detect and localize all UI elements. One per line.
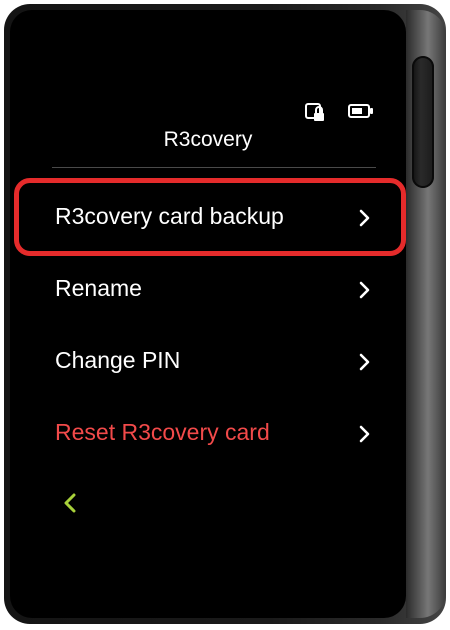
chevron-left-icon[interactable] (62, 492, 78, 514)
menu-item-rename[interactable]: Rename (10, 259, 406, 319)
menu-item-label: Change PIN (55, 347, 181, 373)
menu-item-label: Rename (55, 275, 142, 301)
chevron-right-icon (359, 281, 370, 299)
chevron-right-icon (359, 425, 370, 443)
screen: R3covery R3covery card backup Rename Cha… (10, 10, 406, 618)
menu-item-reset-card[interactable]: Reset R3covery card (10, 403, 406, 463)
chevron-right-icon (359, 209, 370, 227)
card-lock-icon (305, 103, 324, 121)
menu-item-change-pin[interactable]: Change PIN (10, 331, 406, 391)
side-button[interactable] (412, 56, 434, 188)
status-bar (10, 102, 406, 122)
menu-item-card-backup[interactable]: R3covery card backup (10, 187, 406, 247)
menu-item-label: Reset R3covery card (55, 419, 270, 445)
device: R3covery R3covery card backup Rename Cha… (4, 4, 446, 624)
battery-icon (348, 104, 373, 118)
screen-title: R3covery (163, 128, 253, 151)
chevron-right-icon (359, 353, 370, 371)
title-divider (52, 167, 376, 168)
menu-item-label: R3covery card backup (55, 203, 284, 229)
